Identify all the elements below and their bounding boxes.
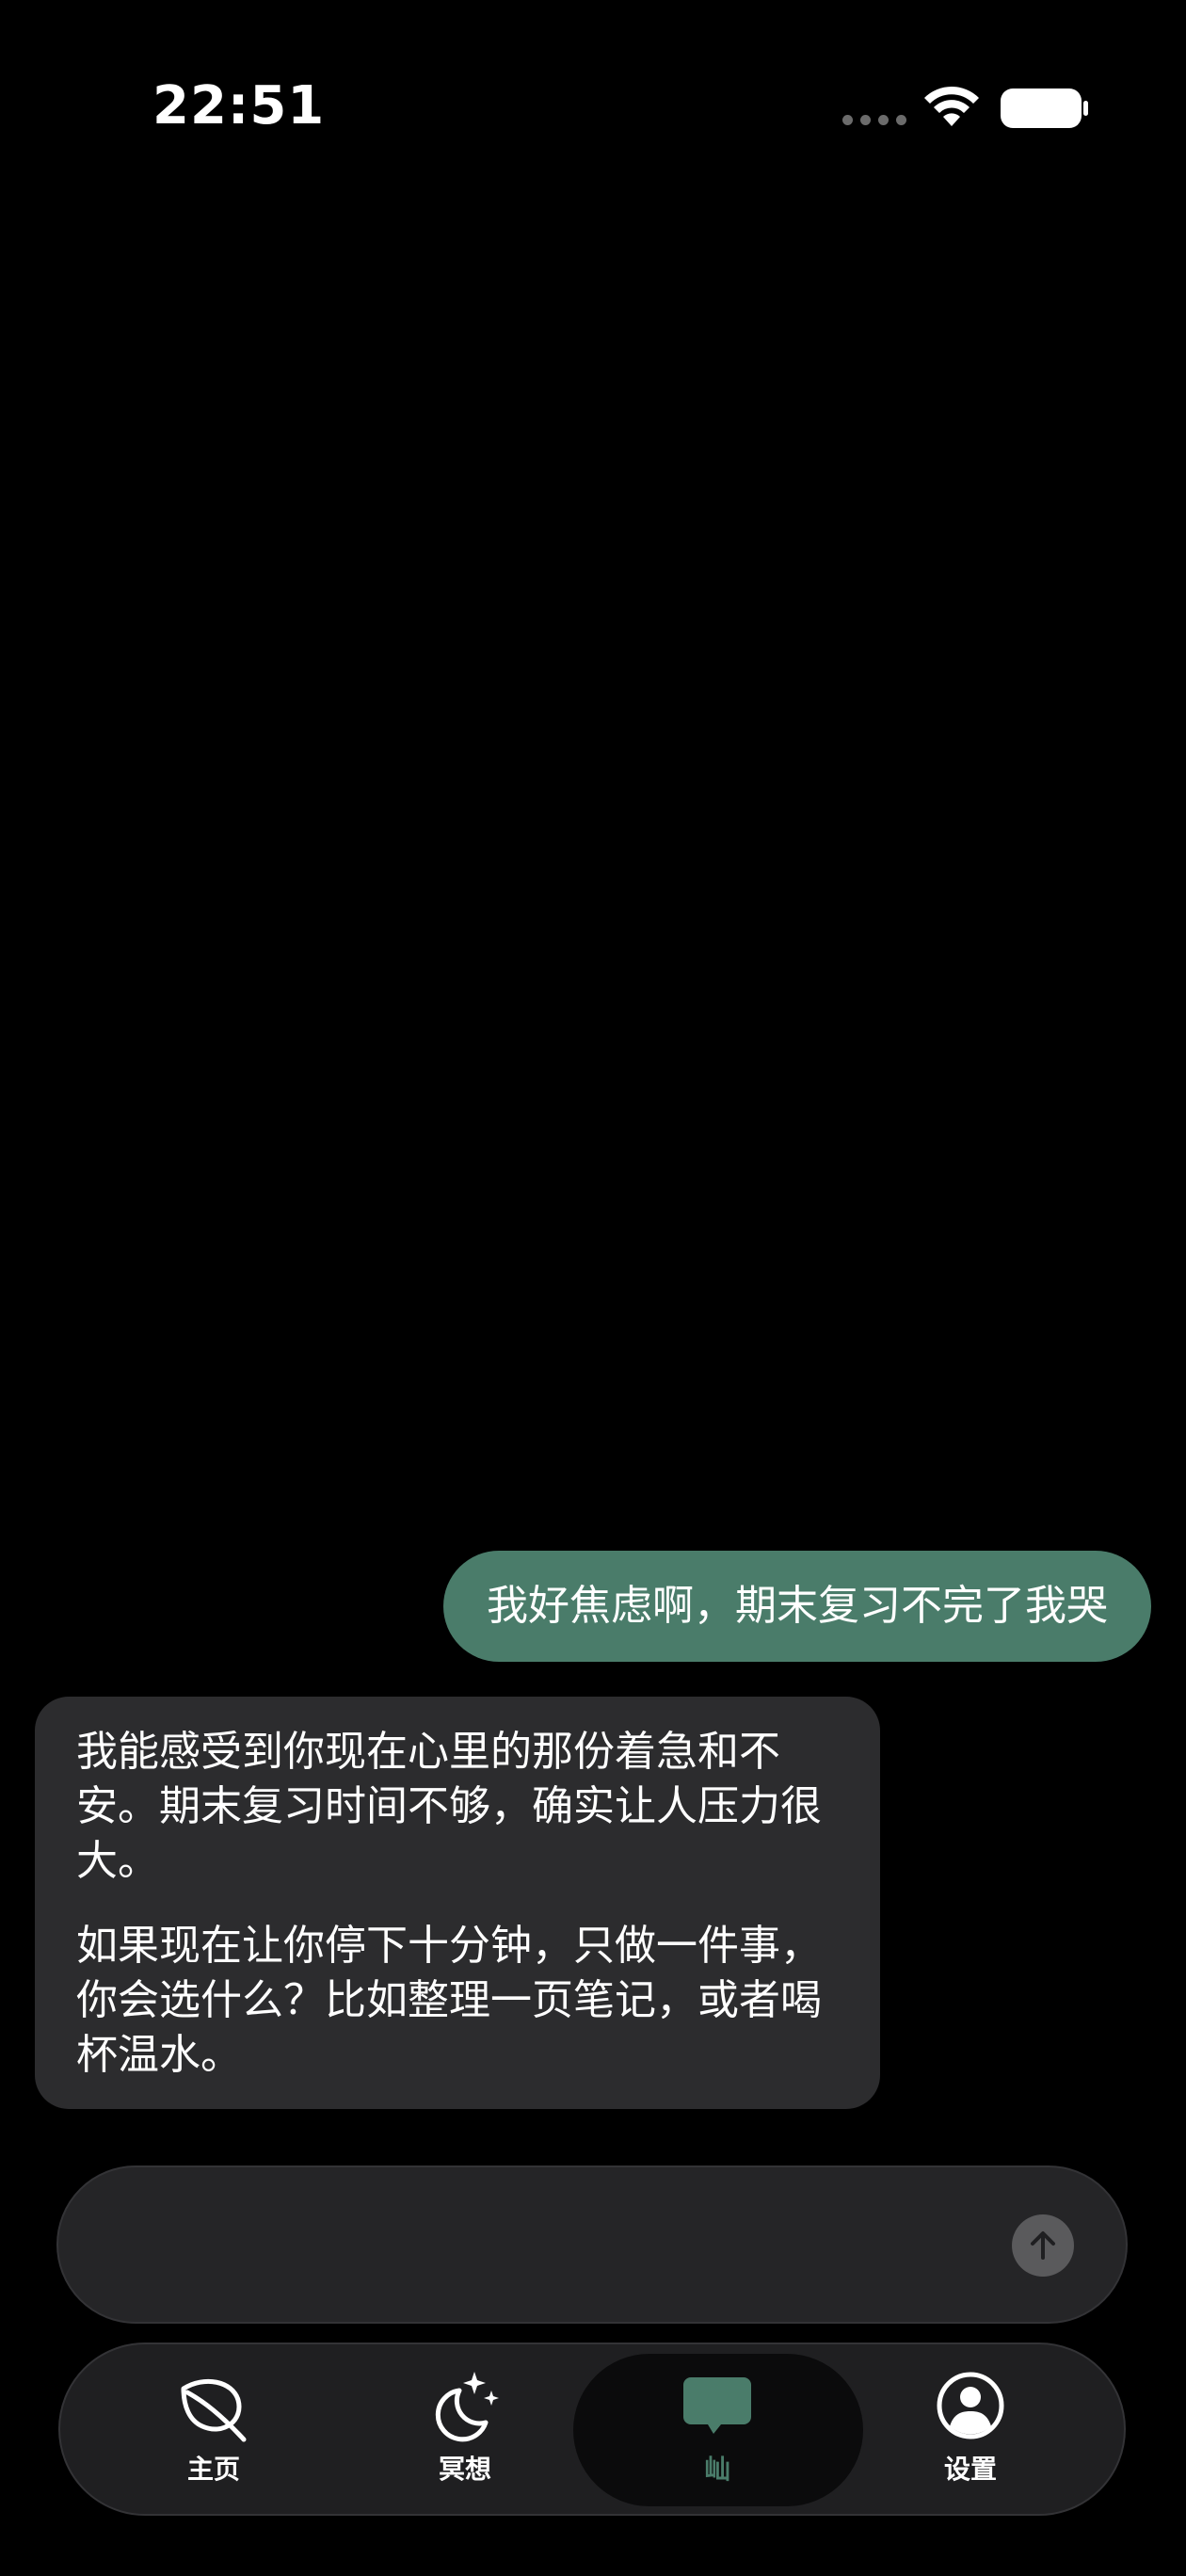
signal-dots-icon: [842, 115, 906, 125]
tab-home[interactable]: 主页: [120, 2368, 308, 2500]
assistant-message-paragraph: 我能感受到你现在心里的那份着急和不安。期末复习时间不够，确实让人压力很大。: [76, 1728, 822, 1885]
tab-label: 主页: [186, 2454, 240, 2485]
send-button[interactable]: [1012, 2214, 1074, 2277]
status-bar: 22:51: [0, 0, 1186, 188]
tab-meditate[interactable]: 冥想: [371, 2368, 559, 2500]
assistant-message-paragraph: 如果现在让你停下十分钟，只做一件事，你会选什么？比如整理一页笔记，或者喝杯温水。: [76, 1922, 822, 2079]
person-circle-icon: [937, 2372, 1004, 2439]
tab-label: 屾: [703, 2454, 730, 2485]
battery-icon: [1001, 89, 1088, 128]
tab-label: 设置: [943, 2454, 997, 2485]
tab-settings[interactable]: 设置: [876, 2368, 1065, 2500]
wifi-icon: [924, 86, 979, 126]
leaf-icon: [181, 2378, 247, 2442]
tab-label: 冥想: [438, 2454, 491, 2485]
status-time: 22:51: [152, 75, 326, 137]
chat-bubble-icon: [683, 2377, 751, 2434]
arrow-up-icon: [1031, 2231, 1055, 2260]
moon-stars-icon: [435, 2372, 499, 2442]
user-message-bubble: 我好焦虑啊，期末复习不完了我哭: [443, 1551, 1151, 1662]
message-input[interactable]: [56, 2165, 1128, 2324]
assistant-message-bubble: 我能感受到你现在心里的那份着急和不安。期末复习时间不够，确实让人压力很大。 如果…: [35, 1697, 880, 2109]
user-message-text: 我好焦虑啊，期末复习不完了我哭: [487, 1582, 1108, 1630]
tab-chat[interactable]: 屾: [623, 2368, 811, 2500]
